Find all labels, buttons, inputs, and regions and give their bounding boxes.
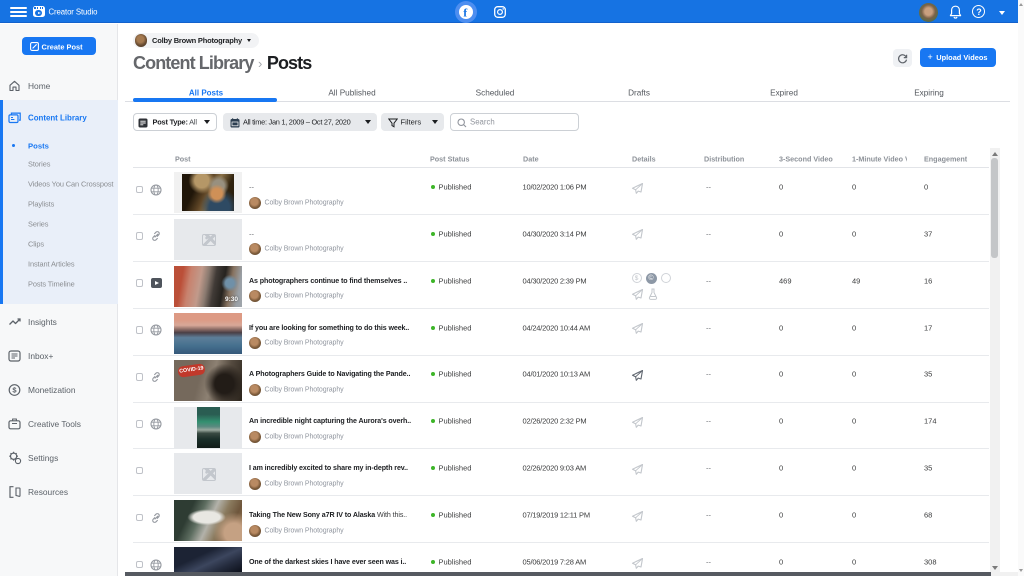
svg-text:$: $ <box>12 386 17 395</box>
